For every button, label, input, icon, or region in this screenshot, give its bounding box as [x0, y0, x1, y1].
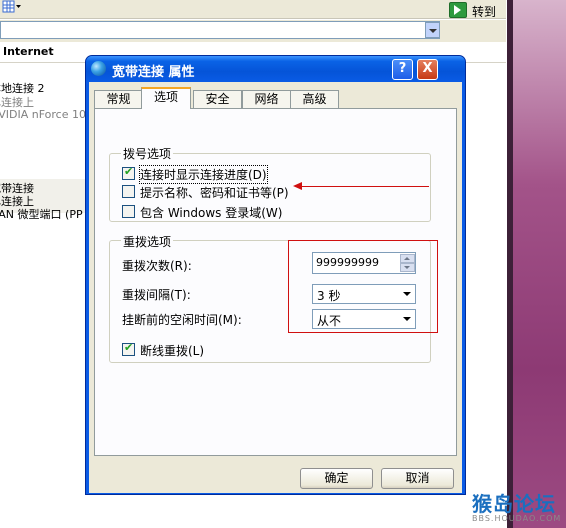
prompt-credentials-label[interactable]: 提示名称、密码和证书等(P): [140, 184, 289, 201]
go-button-label[interactable]: 转到: [472, 3, 496, 20]
options-panel: 拨号选项 连接时显示连接进度(D) 提示名称、密码和证书等(P) 包含 Wind…: [94, 108, 457, 456]
redial-interval-value: 3 秒: [317, 289, 341, 303]
dial-options-label: 拨号选项: [121, 145, 174, 162]
help-button[interactable]: ?: [392, 59, 413, 80]
tab-security[interactable]: 安全: [193, 90, 242, 108]
tab-options[interactable]: 选项: [141, 87, 191, 109]
show-progress-checkbox[interactable]: [122, 165, 135, 180]
address-bar: [0, 20, 506, 42]
network-globe-icon: [91, 61, 106, 76]
tab-advanced[interactable]: 高级: [290, 90, 339, 108]
redial-on-drop-checkbox[interactable]: [122, 341, 135, 356]
list-item-device: WAN 微型端口 (PP: [0, 208, 83, 221]
include-domain-label[interactable]: 包含 Windows 登录域(W): [140, 204, 282, 221]
prompt-credentials-checkbox[interactable]: [122, 185, 135, 198]
address-input[interactable]: [0, 21, 440, 39]
annotation-arrow-head: [293, 182, 302, 190]
chevron-down-icon[interactable]: [403, 317, 411, 321]
watermark-url: BBS.HOUDAO.COM: [472, 514, 562, 523]
redial-attempts-value[interactable]: 999999999: [316, 256, 379, 269]
views-icon[interactable]: [2, 0, 22, 14]
dialog-body: 常规 选项 安全 网络 高级 拨号选项 连接时显示连接进度(D) 提示名称、密码…: [89, 82, 462, 493]
watermark-title: 猴岛论坛: [472, 492, 556, 516]
redial-attempts-stepper[interactable]: 999999999: [312, 252, 416, 274]
idle-time-value: 从不: [317, 314, 342, 328]
include-domain-checkbox[interactable]: [122, 205, 135, 218]
dialog-titlebar[interactable]: 宽带连接 属性 ? X: [86, 56, 465, 82]
idle-time-label: 挂断前的空闲时间(M):: [122, 313, 242, 327]
tab-general[interactable]: 常规: [94, 90, 143, 108]
watermark-logo: 猴岛论坛 BBS.HOUDAO.COM: [470, 488, 566, 528]
redial-attempts-label: 重拨次数(R):: [122, 259, 192, 273]
close-button[interactable]: X: [417, 59, 438, 80]
desktop-background: [507, 0, 566, 528]
list-item-device: NVIDIA nForce 10/1: [0, 108, 97, 121]
dialog-title: 宽带连接 属性: [112, 65, 195, 80]
redial-options-label: 重拨选项: [121, 233, 174, 250]
cancel-button[interactable]: 取消: [381, 468, 454, 489]
address-dropdown-button[interactable]: [425, 22, 440, 38]
chevron-down-icon[interactable]: [403, 292, 411, 296]
spin-down-icon[interactable]: [400, 263, 415, 272]
toolbar: [0, 0, 506, 19]
redial-interval-label: 重拨间隔(T):: [122, 288, 191, 302]
idle-time-select[interactable]: 从不: [312, 309, 416, 329]
go-arrow-icon[interactable]: [449, 2, 467, 18]
redial-interval-select[interactable]: 3 秒: [312, 284, 416, 304]
spin-up-icon[interactable]: [400, 254, 415, 263]
column-header-internet[interactable]: Internet: [3, 45, 54, 58]
properties-dialog: 宽带连接 属性 ? X 常规 选项 安全 网络 高级 拨号选项 连接时显示连接进…: [85, 55, 466, 495]
tab-network[interactable]: 网络: [242, 90, 291, 108]
annotation-arrow: [301, 186, 429, 187]
redial-on-drop-label[interactable]: 断线重拨(L): [140, 342, 204, 359]
ok-button[interactable]: 确定: [300, 468, 373, 489]
show-progress-label[interactable]: 连接时显示连接进度(D): [139, 165, 268, 184]
